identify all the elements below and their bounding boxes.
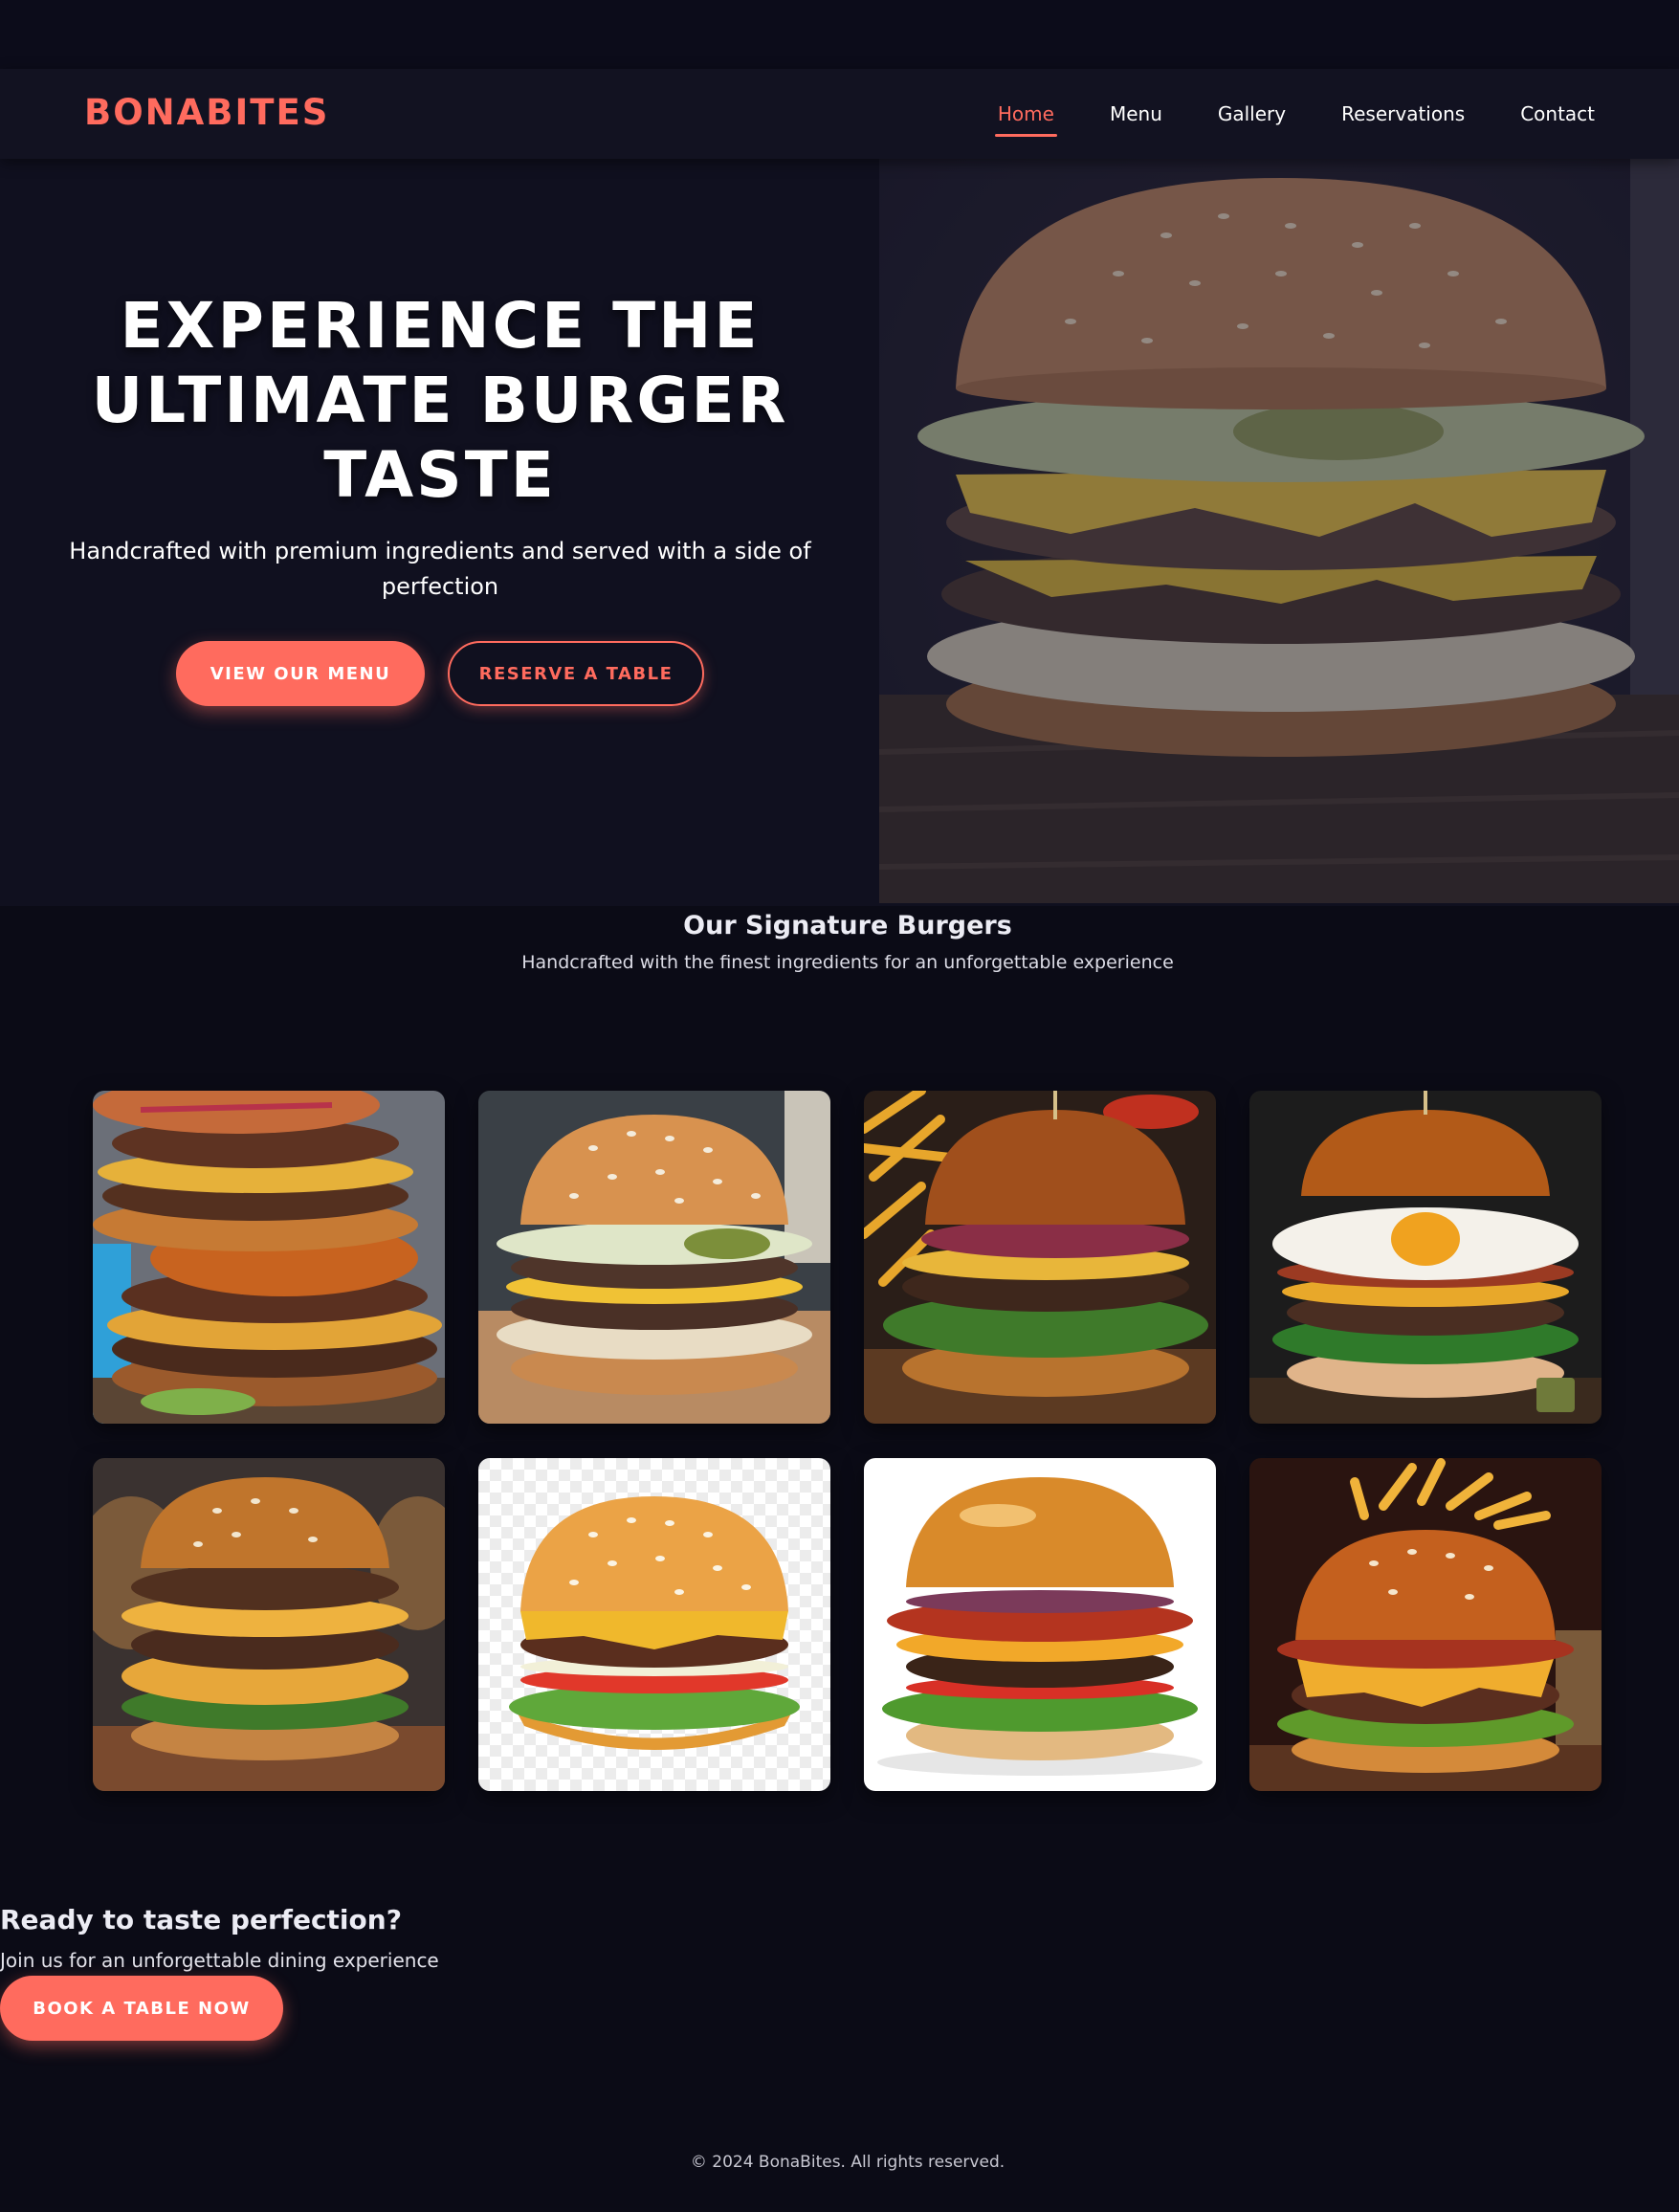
burger-image-2[interactable] — [478, 1091, 830, 1424]
brand-logo[interactable]: BONABITES — [84, 92, 329, 133]
hero-title: EXPERIENCE THE ULTIMATE BURGER TASTE — [57, 289, 823, 513]
burger-image-1[interactable] — [93, 1091, 445, 1424]
cta-subtitle: Join us for an unforgettable dining expe… — [0, 1949, 439, 1972]
nav-menu-link[interactable]: Menu — [1110, 102, 1162, 125]
hero-title-line-3: TASTE — [323, 438, 557, 512]
burger-image-5[interactable] — [93, 1458, 445, 1791]
book-table-button[interactable]: BOOK A TABLE NOW — [0, 1976, 283, 2041]
hero-text: EXPERIENCE THE ULTIMATE BURGER TASTE Han… — [57, 289, 823, 706]
footer-copyright: © 2024 BonaBites. All rights reserved. — [690, 2153, 1005, 2172]
reserve-table-button[interactable]: RESERVE A TABLE — [448, 641, 704, 706]
cta-section: Ready to taste perfection? Join us for a… — [0, 1904, 439, 2041]
nav-reservations-link[interactable]: Reservations — [1341, 102, 1465, 125]
hero-title-line-2: ULTIMATE BURGER — [91, 364, 789, 437]
nav-links: Home Menu Gallery Reservations Contact — [994, 69, 1595, 159]
signature-title: Our Signature Burgers — [683, 911, 1012, 940]
signature-subtitle: Handcrafted with the finest ingredients … — [521, 952, 1174, 973]
navbar: BONABITES Home Menu Gallery Reservations… — [0, 69, 1679, 159]
hero-image-overlay — [879, 159, 1679, 903]
view-menu-button[interactable]: VIEW OUR MENU — [176, 641, 425, 706]
hero-subtitle-line-2: perfection — [381, 573, 499, 600]
cta-title: Ready to taste perfection? — [0, 1904, 402, 1936]
burger-gallery — [93, 1091, 1602, 1791]
signature-header: Our Signature Burgers Handcrafted with t… — [0, 911, 1679, 973]
hero-buttons: VIEW OUR MENU RESERVE A TABLE — [57, 641, 823, 706]
hero-title-line-1: EXPERIENCE THE — [120, 289, 761, 363]
burger-image-7[interactable] — [864, 1458, 1216, 1791]
burger-image-8[interactable] — [1249, 1458, 1602, 1791]
hero-subtitle: Handcrafted with premium ingredients and… — [57, 534, 823, 605]
burger-image-3[interactable] — [864, 1091, 1216, 1424]
hero-section: EXPERIENCE THE ULTIMATE BURGER TASTE Han… — [0, 159, 1679, 906]
nav-contact-link[interactable]: Contact — [1520, 102, 1595, 125]
page: BONABITES Home Menu Gallery Reservations… — [0, 0, 1679, 2212]
footer: © 2024 BonaBites. All rights reserved. — [0, 2153, 1679, 2172]
burger-image-6[interactable] — [478, 1458, 830, 1791]
top-strip — [0, 0, 1679, 69]
hero-burger-image — [879, 159, 1679, 903]
hero-subtitle-line-1: Handcrafted with premium ingredients and… — [69, 538, 811, 564]
nav-gallery-link[interactable]: Gallery — [1218, 102, 1286, 125]
burger-image-4[interactable] — [1249, 1091, 1602, 1424]
nav-home-link[interactable]: Home — [994, 102, 1058, 137]
